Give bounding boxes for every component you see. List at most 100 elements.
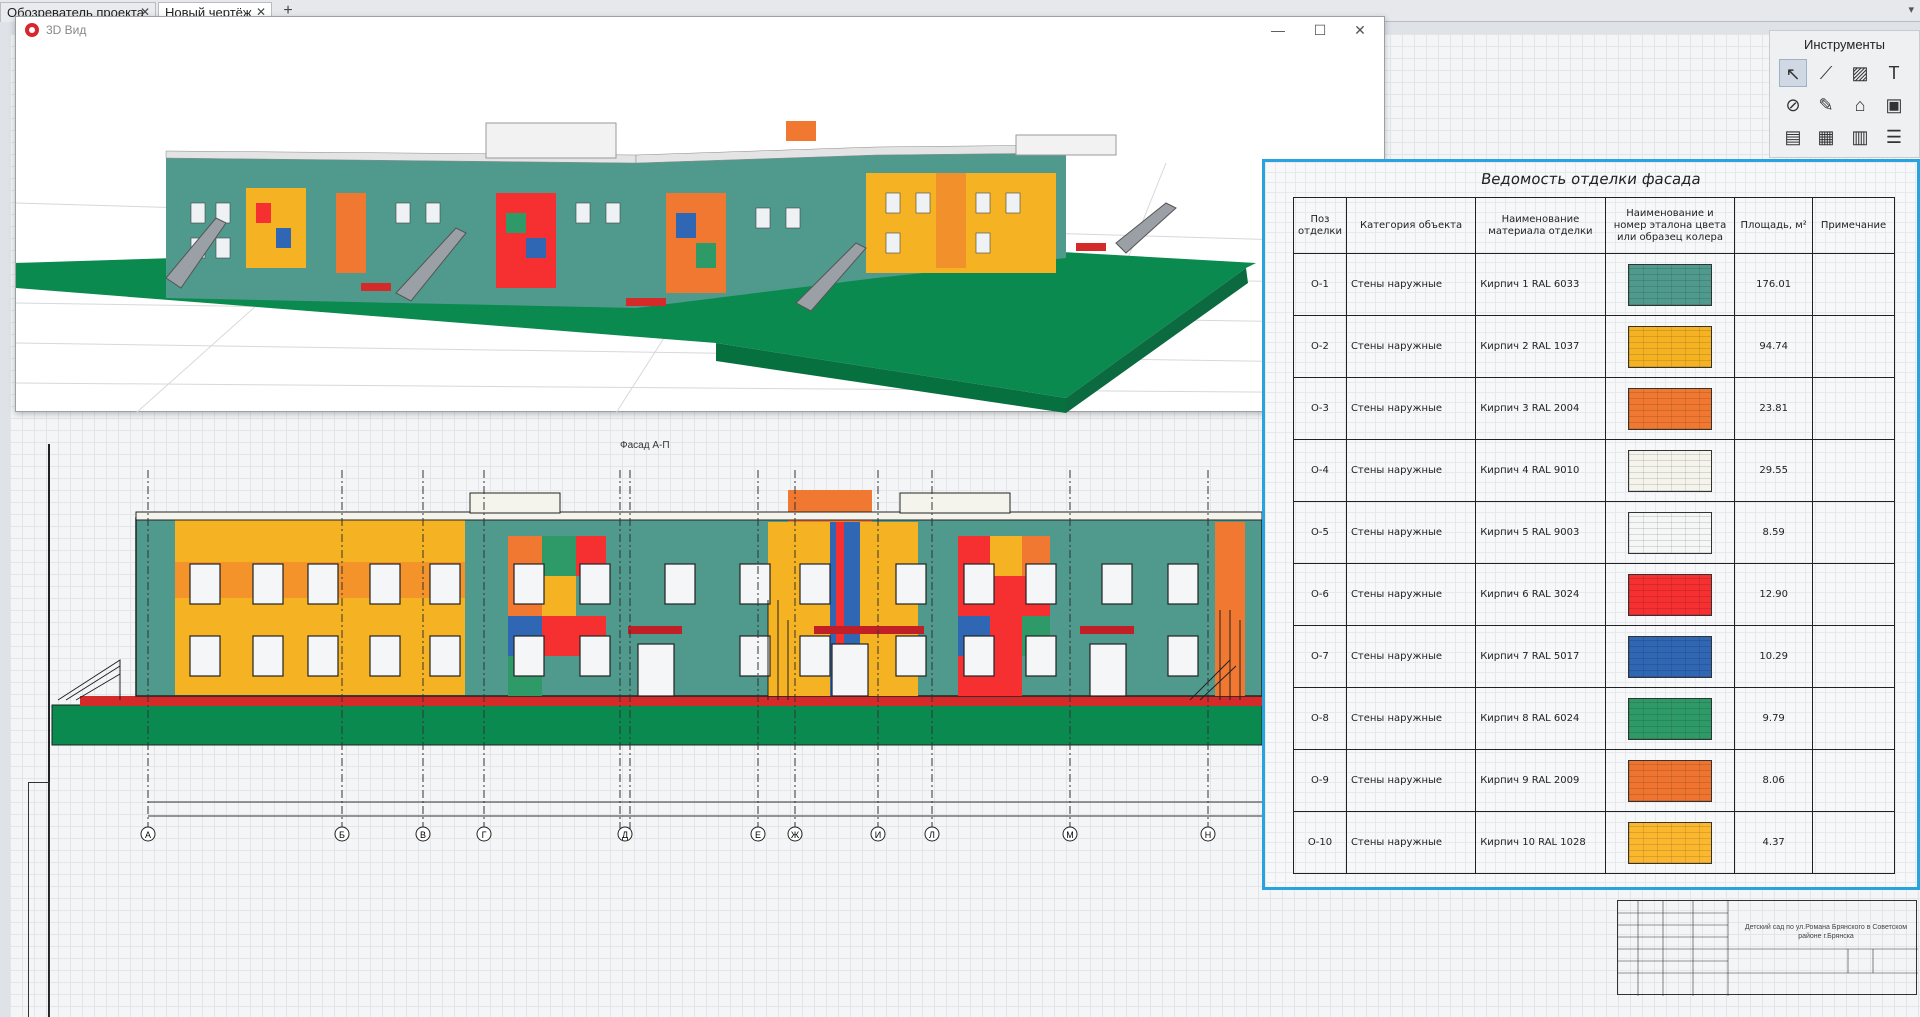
app-logo-icon [25, 23, 39, 37]
list-tool-icon[interactable]: ☰ [1880, 123, 1908, 151]
schedule-table: Поз отделки Категория объекта Наименован… [1293, 197, 1895, 874]
position-cell: О-5 [1293, 501, 1347, 564]
axis-label: В [420, 830, 426, 840]
grid-tool-icon[interactable]: ▥ [1846, 123, 1874, 151]
color-swatch-cell [1604, 315, 1736, 378]
color-swatch [1627, 573, 1712, 616]
material-cell: Кирпич 1 RAL 6033 [1475, 253, 1606, 316]
column-header: Примечание [1812, 197, 1895, 254]
minimize-button[interactable]: — [1258, 20, 1298, 40]
note-cell [1812, 687, 1895, 750]
category-cell: Стены наружные [1345, 749, 1477, 812]
project-name: Детский сад по ул.Романа Брянского в Сов… [1744, 924, 1908, 940]
facade-finish-schedule[interactable]: Ведомость отделки фасада Поз отделки Кат… [1262, 159, 1920, 890]
line-tool-icon[interactable]: ⟋ [1812, 59, 1840, 87]
category-cell: Стены наружные [1345, 377, 1477, 440]
select-tool-icon[interactable]: ↖ [1779, 59, 1807, 87]
area-cell: 94.74 [1734, 315, 1814, 378]
color-swatch-cell [1604, 253, 1736, 316]
axis-label: А [145, 830, 151, 840]
column-header: Категория объекта [1345, 197, 1477, 254]
material-cell: Кирпич 3 RAL 2004 [1475, 377, 1606, 440]
category-cell: Стены наружные [1345, 501, 1477, 564]
color-swatch [1627, 635, 1712, 678]
category-cell: Стены наружные [1345, 439, 1477, 502]
color-swatch [1627, 821, 1712, 864]
building-tool-icon[interactable]: ⌂ [1846, 91, 1874, 119]
close-button[interactable]: ✕ [1340, 20, 1380, 40]
position-cell: О-10 [1293, 811, 1347, 874]
note-cell [1812, 377, 1895, 440]
category-cell: Стены наружные [1345, 811, 1477, 874]
color-swatch [1627, 511, 1712, 554]
position-cell: О-8 [1293, 687, 1347, 750]
table-row: О-6 Стены наружные Кирпич 6 RAL 3024 12.90 [1293, 563, 1895, 626]
color-swatch-cell [1604, 439, 1736, 502]
color-swatch [1627, 325, 1712, 368]
area-cell: 8.06 [1734, 749, 1814, 812]
axis-label: Д [622, 830, 628, 840]
table-row: О-8 Стены наружные Кирпич 8 RAL 6024 9.79 [1293, 687, 1895, 750]
color-swatch-cell [1604, 563, 1736, 626]
note-cell [1812, 749, 1895, 812]
note-cell [1812, 563, 1895, 626]
table-row: О-10 Стены наружные Кирпич 10 RAL 1028 4.37 [1293, 811, 1895, 874]
area-cell: 23.81 [1734, 377, 1814, 440]
table-row: О-7 Стены наружные Кирпич 7 RAL 5017 10.29 [1293, 625, 1895, 688]
area-cell: 4.37 [1734, 811, 1814, 874]
axis-label: М [1066, 830, 1074, 840]
maximize-button[interactable]: ☐ [1300, 20, 1340, 40]
material-cell: Кирпич 5 RAL 9003 [1475, 501, 1606, 564]
axis-label: И [875, 830, 881, 840]
model-3d-viewport[interactable] [16, 43, 1384, 413]
dimension-tool-icon[interactable]: ⊘ [1779, 91, 1807, 119]
table-row: О-4 Стены наружные Кирпич 4 RAL 9010 29.55 [1293, 439, 1895, 502]
sheet-tool-icon[interactable]: ▤ [1779, 123, 1807, 151]
table-row: О-5 Стены наружные Кирпич 5 RAL 9003 8.59 [1293, 501, 1895, 564]
position-cell: О-7 [1293, 625, 1347, 688]
note-cell [1812, 253, 1895, 316]
table-tool-icon[interactable]: ▦ [1812, 123, 1840, 151]
chevron-down-icon[interactable]: ▾ [1908, 3, 1914, 16]
category-cell: Стены наружные [1345, 625, 1477, 688]
position-cell: О-2 [1293, 315, 1347, 378]
view-3d-window[interactable]: 3D Вид — ☐ ✕ [15, 16, 1385, 413]
position-cell: О-3 [1293, 377, 1347, 440]
tools-palette: Инструменты ↖ ⟋ ▨ T ⊘ ✎ ⌂ ▣ ▤ ▦ ▥ ☰ [1769, 30, 1920, 158]
category-cell: Стены наружные [1345, 563, 1477, 626]
title-block: Детский сад по ул.Романа Брянского в Сов… [1617, 900, 1918, 996]
edit-tool-icon[interactable]: ✎ [1812, 91, 1840, 119]
table-header-row: Поз отделки Категория объекта Наименован… [1293, 197, 1895, 254]
category-cell: Стены наружные [1345, 687, 1477, 750]
axis-label: Л [929, 830, 935, 840]
axis-label: Г [482, 830, 487, 840]
material-cell: Кирпич 2 RAL 1037 [1475, 315, 1606, 378]
title-block-grid [1618, 901, 1918, 996]
table-row: О-3 Стены наружные Кирпич 3 RAL 2004 23.81 [1293, 377, 1895, 440]
text-tool-icon[interactable]: T [1880, 59, 1908, 87]
color-swatch [1627, 387, 1712, 430]
color-swatch-cell [1604, 749, 1736, 812]
area-cell: 9.79 [1734, 687, 1814, 750]
axis-label: Б [339, 830, 345, 840]
area-cell: 12.90 [1734, 563, 1814, 626]
area-cell: 176.01 [1734, 253, 1814, 316]
table-row: О-1 Стены наружные Кирпич 1 RAL 6033 176.01 [1293, 253, 1895, 316]
area-cell: 8.59 [1734, 501, 1814, 564]
axis-label: Ж [791, 830, 800, 840]
facade-svg: АБВГДЕЖИЛМН [51, 470, 1262, 842]
category-cell: Стены наружные [1345, 315, 1477, 378]
box-tool-icon[interactable]: ▣ [1880, 91, 1908, 119]
column-header: Наименование материала отделки [1475, 197, 1606, 254]
note-cell [1812, 811, 1895, 874]
hatch-tool-icon[interactable]: ▨ [1846, 59, 1874, 87]
column-header: Наименование и номер эталона цвета или о… [1604, 197, 1736, 254]
material-cell: Кирпич 10 RAL 1028 [1475, 811, 1606, 874]
material-cell: Кирпич 6 RAL 3024 [1475, 563, 1606, 626]
note-cell [1812, 625, 1895, 688]
note-cell [1812, 501, 1895, 564]
position-cell: О-9 [1293, 749, 1347, 812]
window-titlebar[interactable]: 3D Вид — ☐ ✕ [16, 17, 1384, 43]
position-cell: О-6 [1293, 563, 1347, 626]
color-swatch [1627, 449, 1712, 492]
